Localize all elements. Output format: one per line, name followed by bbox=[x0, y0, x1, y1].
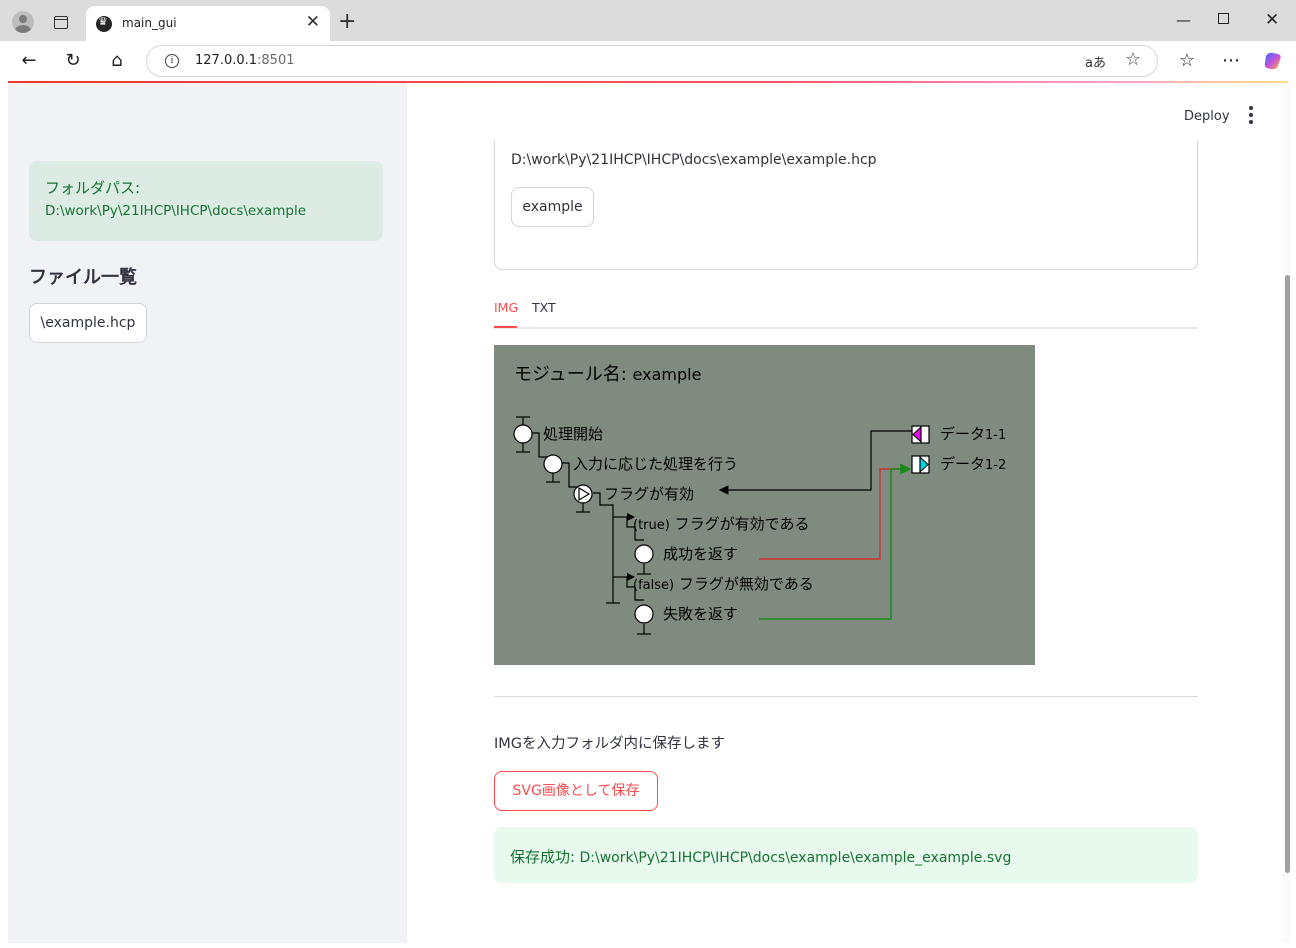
new-tab-icon[interactable]: + bbox=[338, 9, 356, 35]
tab-title: main_gui bbox=[122, 16, 177, 30]
url-text[interactable]: 127.0.0.1:8501 bbox=[195, 53, 295, 68]
hcp-file-path: D:\work\Py\21IHCP\IHCP\docs\example\exam… bbox=[511, 152, 877, 168]
node-label-success: 成功を返す bbox=[663, 545, 738, 563]
node-label-process: 入力に応じた処理を行う bbox=[573, 455, 738, 473]
save-svg-button[interactable]: SVG画像として保存 bbox=[494, 771, 658, 811]
node-success-circle bbox=[634, 544, 654, 564]
window-close-icon[interactable]: ✕ bbox=[1265, 8, 1279, 32]
module-button-example[interactable]: example bbox=[511, 187, 594, 227]
read-aloud-icon[interactable]: aあ bbox=[1085, 52, 1106, 71]
node-failure-circle bbox=[634, 604, 654, 624]
streamlit-app: フォルダパス: D:\work\Py\21IHCP\IHCP\docs\exam… bbox=[8, 83, 1288, 943]
scrollbar-thumb[interactable] bbox=[1285, 275, 1290, 873]
streamlit-favicon-icon bbox=[96, 15, 112, 32]
node-label-flag: フラグが有効 bbox=[604, 485, 694, 503]
browser-tab[interactable]: main_gui ✕ bbox=[86, 6, 330, 41]
favorites-icon[interactable]: ☆ bbox=[1173, 47, 1201, 75]
browser-title-bar: main_gui ✕ + — ✕ bbox=[0, 0, 1296, 41]
data-in-icon bbox=[911, 425, 930, 444]
folder-path-label: フォルダパス: bbox=[45, 179, 141, 197]
active-tab-indicator bbox=[494, 326, 517, 328]
node-label-start: 処理開始 bbox=[543, 425, 603, 443]
favorite-star-icon[interactable]: ☆ bbox=[1125, 49, 1141, 70]
browser-toolbar: ← ↻ ⌂ i 127.0.0.1:8501 aあ ☆ ☆ ⋯ bbox=[0, 41, 1296, 81]
node-label-false: (false) フラグが無効である bbox=[633, 575, 814, 593]
data-label-1-2: データ1-2 bbox=[940, 455, 1006, 473]
reload-icon[interactable]: ↻ bbox=[59, 47, 87, 75]
view-tabs: IMG TXT bbox=[494, 293, 1198, 329]
data-label-1-1: データ1-1 bbox=[940, 425, 1006, 443]
save-instruction-text: IMGを入力フォルダ内に保存します bbox=[494, 736, 726, 752]
save-success-alert: 保存成功: D:\work\Py\21IHCP\IHCP\docs\exampl… bbox=[494, 827, 1198, 883]
node-label-true: (true) フラグが有効である bbox=[633, 515, 809, 533]
copilot-icon[interactable] bbox=[1259, 47, 1287, 75]
tab-txt[interactable]: TXT bbox=[532, 300, 556, 315]
diagram-title: モジュール名: example bbox=[514, 364, 701, 385]
module-diagram: モジュール名: example 処理開始 入力に応じた処理を行う フラグが有効 … bbox=[494, 345, 1035, 665]
file-card: D:\work\Py\21IHCP\IHCP\docs\example\exam… bbox=[494, 141, 1198, 270]
file-list-heading: ファイル一覧 bbox=[29, 267, 137, 288]
main-menu-icon[interactable] bbox=[1245, 106, 1257, 126]
more-menu-icon[interactable]: ⋯ bbox=[1217, 47, 1245, 75]
node-process-circle bbox=[543, 454, 563, 474]
maximize-icon[interactable] bbox=[1218, 13, 1229, 24]
tab-close-icon[interactable]: ✕ bbox=[306, 12, 320, 32]
minimize-icon[interactable]: — bbox=[1176, 8, 1191, 32]
folder-path-info-box: フォルダパス: D:\work\Py\21IHCP\IHCP\docs\exam… bbox=[29, 161, 383, 241]
home-icon[interactable]: ⌂ bbox=[103, 47, 131, 75]
success-label: 保存成功: bbox=[510, 848, 576, 866]
site-info-icon[interactable]: i bbox=[165, 54, 179, 68]
section-divider bbox=[494, 696, 1198, 697]
main-content: Deploy D:\work\Py\21IHCP\IHCP\docs\examp… bbox=[407, 83, 1288, 943]
node-label-failure: 失敗を返す bbox=[663, 605, 738, 623]
sidebar: フォルダパス: D:\work\Py\21IHCP\IHCP\docs\exam… bbox=[8, 83, 407, 943]
tab-actions-icon[interactable] bbox=[50, 12, 72, 34]
node-start-circle bbox=[513, 424, 533, 444]
folder-path-value: D:\work\Py\21IHCP\IHCP\docs\example bbox=[45, 203, 307, 219]
success-path: D:\work\Py\21IHCP\IHCP\docs\example\exam… bbox=[579, 850, 1012, 866]
back-arrow-icon[interactable]: ← bbox=[15, 47, 43, 75]
deploy-button[interactable]: Deploy bbox=[1184, 109, 1230, 124]
data-out-icon bbox=[911, 455, 930, 474]
file-button-example-hcp[interactable]: \example.hcp bbox=[29, 303, 147, 343]
address-bar[interactable]: i 127.0.0.1:8501 aあ ☆ bbox=[146, 45, 1158, 77]
profile-avatar-icon[interactable] bbox=[12, 11, 34, 33]
tab-img[interactable]: IMG bbox=[494, 300, 518, 315]
